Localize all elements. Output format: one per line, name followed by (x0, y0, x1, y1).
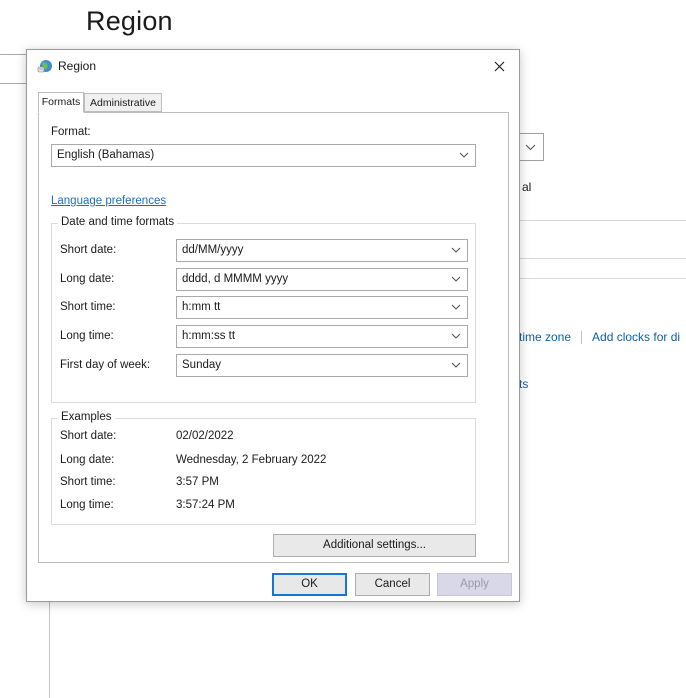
page-fragment-link[interactable]: ts (519, 377, 528, 391)
chevron-down-icon (451, 276, 461, 282)
example-short-date-label: Short date: (60, 430, 117, 442)
ok-button[interactable]: OK (272, 573, 347, 596)
formats-panel: Format: English (Bahamas) Language prefe… (38, 112, 509, 563)
time-zone-link[interactable]: time zone (519, 330, 571, 344)
long-date-label: Long date: (60, 273, 115, 285)
chevron-down-icon (451, 333, 461, 339)
page-fragment-text: al (522, 180, 532, 194)
format-label: Format: (51, 126, 91, 138)
chevron-down-icon (451, 304, 461, 310)
cancel-button[interactable]: Cancel (355, 573, 430, 596)
tab-formats[interactable]: Formats (38, 92, 84, 113)
short-time-label: Short time: (60, 301, 116, 313)
example-long-time-label: Long time: (60, 499, 114, 511)
region-globe-icon (37, 60, 52, 73)
example-long-date-value: Wednesday, 2 February 2022 (176, 454, 327, 466)
chevron-down-icon (525, 144, 536, 151)
long-time-select[interactable]: h:mm:ss tt (176, 325, 468, 348)
example-short-date-value: 02/02/2022 (176, 430, 234, 442)
example-short-time-label: Short time: (60, 476, 116, 488)
short-time-value: h:mm tt (182, 301, 221, 313)
additional-settings-button[interactable]: Additional settings... (273, 534, 476, 557)
apply-button[interactable]: Apply (437, 573, 512, 596)
link-separator (581, 331, 583, 345)
chevron-down-icon (459, 152, 469, 158)
short-time-select[interactable]: h:mm tt (176, 296, 468, 319)
page-title: Region (86, 6, 173, 36)
add-clocks-link[interactable]: Add clocks for di (592, 330, 680, 344)
chevron-down-icon (451, 362, 461, 368)
first-day-select[interactable]: Sunday (176, 354, 468, 377)
page-dropdown-edge[interactable] (516, 133, 544, 161)
chevron-down-icon (451, 247, 461, 253)
long-time-value: h:mm:ss tt (182, 330, 236, 342)
close-button[interactable] (483, 52, 515, 80)
close-icon (494, 61, 504, 71)
long-time-label: Long time: (60, 330, 114, 342)
first-day-value: Sunday (182, 359, 222, 371)
example-short-time-value: 3:57 PM (176, 476, 219, 488)
tab-administrative[interactable]: Administrative (84, 93, 162, 112)
datetime-group-title: Date and time formats (58, 216, 178, 228)
page-divider-line (516, 278, 686, 279)
example-long-date-label: Long date: (60, 454, 115, 466)
format-value: English (Bahamas) (57, 149, 155, 161)
dialog-title: Region (58, 59, 97, 73)
datetime-formats-group: Date and time formats Short date: dd/MM/… (51, 216, 476, 403)
page-divider-line (516, 258, 686, 259)
short-date-value: dd/MM/yyyy (182, 244, 244, 256)
region-dialog: Region Formats Administrative Format: En… (26, 49, 520, 602)
short-date-select[interactable]: dd/MM/yyyy (176, 239, 468, 262)
long-date-value: dddd, d MMMM yyyy (182, 273, 289, 285)
examples-group-title: Examples (58, 411, 115, 423)
examples-group: Examples Short date: 02/02/2022 Long dat… (51, 411, 476, 525)
language-preferences-link[interactable]: Language preferences (51, 195, 166, 207)
page-related-links: time zone Add clocks for di (519, 330, 680, 345)
page-divider-line (516, 220, 686, 221)
dialog-titlebar[interactable]: Region (27, 50, 519, 82)
short-date-label: Short date: (60, 244, 117, 256)
long-date-select[interactable]: dddd, d MMMM yyyy (176, 268, 468, 291)
example-long-time-value: 3:57:24 PM (176, 499, 235, 511)
first-day-label: First day of week: (60, 359, 151, 371)
format-select[interactable]: English (Bahamas) (51, 144, 476, 167)
